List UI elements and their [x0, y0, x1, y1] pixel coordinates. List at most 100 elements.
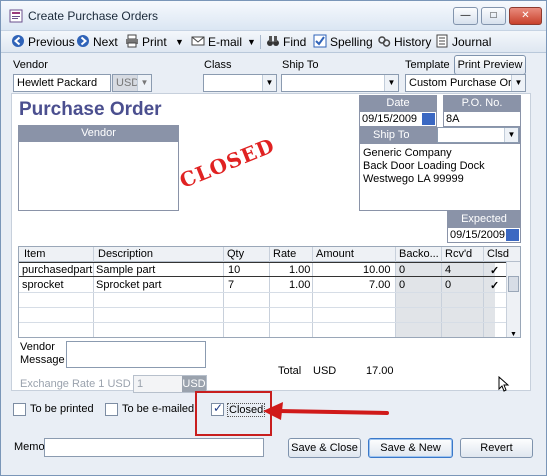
- vendor-combo[interactable]: Hewlett Packard: [13, 74, 111, 92]
- currency-combo[interactable]: USD ▼: [112, 74, 152, 92]
- memo-field[interactable]: [44, 438, 264, 457]
- save-and-close-button[interactable]: Save & Close: [288, 438, 361, 458]
- binoculars-icon: [267, 36, 279, 46]
- find-label: Find: [283, 35, 307, 49]
- ship-to-address-combo[interactable]: ▼: [437, 127, 519, 143]
- save-and-new-button[interactable]: Save & New: [368, 438, 453, 458]
- table-scrollbar[interactable]: ▼: [506, 262, 520, 337]
- currency-value: USD: [116, 77, 140, 89]
- cell-closed-check[interactable]: ✓: [490, 279, 499, 292]
- vendor-address-box[interactable]: [18, 141, 179, 211]
- column-header-closed: Clsd: [487, 248, 510, 260]
- vendor-message-field[interactable]: [66, 341, 206, 368]
- journal-icon: [436, 34, 448, 48]
- class-combo[interactable]: ▼: [203, 74, 277, 92]
- date-value: 09/15/2009: [362, 113, 418, 125]
- exchange-currency: USD: [182, 376, 206, 392]
- ship-to-address-box[interactable]: Generic Company Back Door Loading Dock W…: [359, 143, 521, 211]
- find-button[interactable]: Find: [266, 34, 306, 50]
- cell-item[interactable]: purchasedpart: [22, 264, 92, 276]
- previous-button[interactable]: Previous: [11, 34, 75, 50]
- items-header-row: Item Description Qty Rate Amount Backo..…: [19, 247, 520, 262]
- title-bar: Create Purchase Orders — □ ✕: [1, 1, 546, 31]
- cell-received: 0: [445, 279, 452, 291]
- toolbar-separator: [260, 35, 261, 49]
- scrollbar-thumb[interactable]: [508, 276, 519, 292]
- cell-backordered: 0: [399, 264, 406, 276]
- cell-rate[interactable]: 1.00: [289, 264, 310, 276]
- ship-to-line: Generic Company: [363, 147, 452, 159]
- email-button[interactable]: E-mail: [191, 34, 242, 50]
- column-header-amount: Amount: [316, 248, 354, 260]
- vendor-label: Vendor: [13, 59, 48, 71]
- template-value: Custom Purchase Or...: [409, 77, 521, 89]
- po-number-header: P.O. No.: [443, 95, 521, 111]
- spelling-button[interactable]: Spelling: [313, 34, 373, 50]
- cell-qty[interactable]: 7: [228, 279, 234, 291]
- exchange-rate-value: 1: [137, 378, 144, 390]
- print-label: Print: [142, 35, 167, 49]
- table-row[interactable]: [19, 293, 508, 308]
- minimize-button[interactable]: —: [453, 7, 478, 25]
- exchange-rate-label: Exchange Rate 1 USD =: [20, 378, 141, 390]
- table-row[interactable]: [19, 308, 508, 323]
- cell-description[interactable]: Sprocket part: [96, 279, 161, 291]
- cell-description[interactable]: Sample part: [96, 264, 155, 276]
- column-header-received: Rcv'd: [445, 248, 473, 260]
- revert-button[interactable]: Revert: [460, 438, 533, 458]
- class-label: Class: [204, 59, 232, 71]
- items-table: Item Description Qty Rate Amount Backo..…: [18, 246, 521, 338]
- cell-qty[interactable]: 10: [228, 264, 240, 276]
- app-form-icon: [9, 9, 23, 23]
- date-field[interactable]: 09/15/2009: [359, 111, 437, 127]
- print-button[interactable]: Print: [125, 34, 167, 50]
- cell-received: 4: [445, 264, 452, 276]
- print-preview-button[interactable]: Print Preview: [454, 55, 526, 75]
- form-title: Purchase Order: [19, 99, 162, 120]
- cell-rate[interactable]: 1.00: [289, 279, 310, 291]
- cell-item[interactable]: sprocket: [22, 279, 64, 291]
- table-row[interactable]: purchasedpart Sample part 10 1.00 10.00 …: [19, 262, 508, 277]
- journal-label: Journal: [452, 35, 492, 49]
- closed-checkbox[interactable]: [211, 401, 224, 416]
- vendor-value: Hewlett Packard: [17, 77, 98, 89]
- maximize-button[interactable]: □: [481, 7, 506, 25]
- vendor-box-header: Vendor: [18, 125, 179, 141]
- column-header-backordered: Backo...: [399, 248, 439, 260]
- expected-date-field[interactable]: 09/15/2009: [447, 227, 521, 243]
- column-header-item: Item: [24, 248, 46, 260]
- column-header-description: Description: [98, 248, 154, 260]
- template-label: Template: [405, 59, 450, 71]
- ship-to-combo[interactable]: ▼: [281, 74, 399, 92]
- template-combo[interactable]: Custom Purchase Or... ▼: [405, 74, 526, 92]
- close-button[interactable]: ✕: [509, 7, 542, 25]
- table-row[interactable]: [19, 323, 508, 337]
- window-title: Create Purchase Orders: [28, 9, 159, 23]
- chevron-down-icon[interactable]: ▼: [510, 331, 517, 337]
- cell-amount[interactable]: 10.00: [363, 264, 391, 276]
- calendar-icon[interactable]: [422, 113, 435, 125]
- calendar-icon[interactable]: [506, 229, 519, 241]
- po-number-field[interactable]: 8A: [443, 111, 521, 127]
- vendor-message-label-line2: Message: [20, 354, 65, 366]
- to-be-emailed-checkbox[interactable]: [105, 403, 118, 416]
- to-be-printed-label: To be printed: [30, 403, 94, 415]
- envelope-icon: [191, 36, 205, 46]
- next-label: Next: [93, 35, 118, 49]
- table-row[interactable]: sprocket Sprocket part 7 1.00 7.00 0 0 ✓: [19, 278, 508, 293]
- next-button[interactable]: Next: [76, 34, 118, 50]
- print-dropdown-arrow[interactable]: ▼: [175, 34, 184, 50]
- chevron-down-icon: ▼: [137, 75, 151, 91]
- journal-button[interactable]: Journal: [435, 34, 491, 50]
- history-button[interactable]: History: [377, 34, 431, 50]
- email-dropdown-arrow[interactable]: ▼: [247, 34, 256, 50]
- cell-amount[interactable]: 7.00: [369, 279, 390, 291]
- chevron-down-icon: ▼: [262, 75, 276, 91]
- column-header-qty: Qty: [227, 248, 245, 260]
- date-header: Date: [359, 95, 437, 111]
- cell-closed-check[interactable]: ✓: [490, 264, 499, 277]
- previous-arrow-icon: [12, 35, 24, 47]
- to-be-printed-checkbox[interactable]: [13, 403, 26, 416]
- chevron-down-icon: ▼: [511, 75, 525, 91]
- printer-icon: [126, 34, 138, 48]
